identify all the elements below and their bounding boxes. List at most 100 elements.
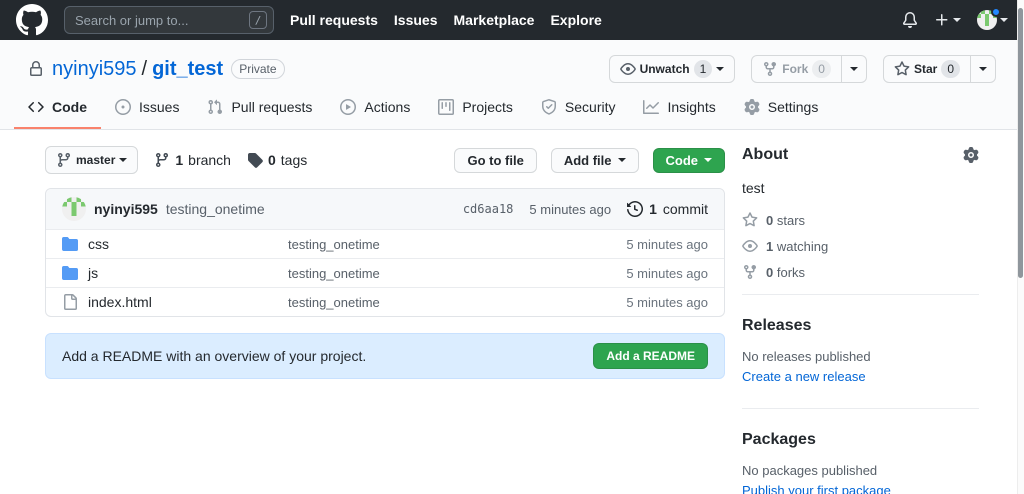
star-button[interactable]: Star 0	[883, 55, 971, 83]
file-name-link[interactable]: index.html	[88, 294, 288, 310]
create-new-plus-menu[interactable]	[934, 12, 961, 28]
branch-count: 1	[175, 152, 183, 168]
folder-icon	[62, 265, 78, 281]
file-age: 5 minutes ago	[588, 295, 708, 310]
commit-count-word: commit	[663, 201, 708, 217]
shield-icon	[541, 99, 557, 115]
tab-settings-label: Settings	[768, 99, 819, 115]
visibility-badge: Private	[231, 59, 284, 79]
branch-selector-button[interactable]: master	[45, 146, 138, 174]
go-to-file-button[interactable]: Go to file	[454, 148, 536, 173]
tab-code[interactable]: Code	[14, 87, 101, 129]
star-count: 0	[941, 60, 960, 78]
file-name-link[interactable]: js	[88, 265, 288, 281]
add-readme-button[interactable]: Add a README	[593, 343, 708, 369]
pull-request-icon	[207, 99, 223, 115]
fork-button[interactable]: Fork 0	[751, 55, 842, 83]
tab-security[interactable]: Security	[527, 87, 630, 129]
commit-message-link[interactable]: testing_onetime	[166, 201, 265, 217]
tab-pull-requests-label: Pull requests	[231, 99, 312, 115]
file-commit-message-link[interactable]: testing_onetime	[288, 237, 588, 252]
chevron-down-icon	[850, 67, 858, 75]
table-row: js testing_onetime 5 minutes ago	[46, 258, 724, 287]
releases-section: Releases No releases published Create a …	[742, 294, 979, 394]
plus-icon	[934, 12, 950, 28]
nav-marketplace[interactable]: Marketplace	[454, 12, 535, 28]
git-branch-icon	[154, 152, 170, 168]
tab-settings[interactable]: Settings	[730, 87, 833, 129]
star-dropdown-button[interactable]	[970, 55, 996, 83]
nav-issues[interactable]: Issues	[394, 12, 438, 28]
user-menu[interactable]	[977, 10, 1008, 30]
tab-actions-label: Actions	[364, 99, 410, 115]
folder-icon	[62, 236, 78, 252]
tag-icon	[247, 152, 263, 168]
star-icon	[742, 212, 758, 228]
fork-label: Fork	[782, 59, 808, 79]
commit-history-link[interactable]: 1 commit	[627, 201, 708, 217]
top-nav-links: Pull requests Issues Marketplace Explore	[290, 12, 602, 28]
tab-actions[interactable]: Actions	[326, 87, 424, 129]
scrollbar-thumb[interactable]	[1018, 8, 1023, 278]
tab-insights[interactable]: Insights	[629, 87, 729, 129]
tab-security-label: Security	[565, 99, 616, 115]
file-commit-message-link[interactable]: testing_onetime	[288, 266, 588, 281]
tab-projects-label: Projects	[462, 99, 513, 115]
releases-title: Releases	[742, 317, 979, 335]
file-name-link[interactable]: css	[88, 236, 288, 252]
chevron-down-icon	[1000, 18, 1008, 26]
code-download-button[interactable]: Code	[653, 148, 726, 173]
branch-toolbar-right: Go to file Add file Code	[454, 148, 725, 173]
about-title: About	[742, 146, 788, 164]
commit-sha-link[interactable]: cd6aa18	[463, 202, 514, 216]
repo-description: test	[742, 180, 979, 196]
notifications-bell-icon[interactable]	[902, 12, 918, 28]
file-commit-message-link[interactable]: testing_onetime	[288, 295, 588, 310]
top-navigation-bar: / Pull requests Issues Marketplace Explo…	[0, 0, 1024, 40]
table-row: css testing_onetime 5 minutes ago	[46, 229, 724, 258]
repo-fork-icon	[762, 61, 778, 77]
branch-toolbar-left: master 1 branch 0 tags	[45, 146, 307, 174]
nav-pull-requests[interactable]: Pull requests	[290, 12, 378, 28]
add-readme-banner: Add a README with an overview of your pr…	[45, 333, 725, 379]
chevron-down-icon	[119, 158, 127, 166]
table-row: index.html testing_onetime 5 minutes ago	[46, 287, 724, 316]
unwatch-button[interactable]: Unwatch 1	[609, 55, 736, 83]
github-logo-icon[interactable]	[16, 4, 48, 36]
repo-name-link[interactable]: git_test	[152, 58, 223, 81]
add-file-button[interactable]: Add file	[551, 148, 639, 173]
fork-dropdown-button[interactable]	[841, 55, 867, 83]
publish-package-link[interactable]: Publish your first package	[742, 483, 891, 494]
eye-icon	[620, 61, 636, 77]
scrollbar-track[interactable]	[1017, 0, 1024, 494]
tab-issues-label: Issues	[139, 99, 179, 115]
branch-count-link[interactable]: 1 branch	[154, 152, 231, 168]
tab-insights-label: Insights	[667, 99, 715, 115]
branch-word: branch	[188, 152, 231, 168]
code-icon	[28, 99, 44, 115]
topbar-right-cluster	[902, 10, 1008, 30]
tab-pull-requests[interactable]: Pull requests	[193, 87, 326, 129]
tag-count-link[interactable]: 0 tags	[247, 152, 307, 168]
chevron-down-icon	[716, 67, 724, 75]
file-age: 5 minutes ago	[588, 266, 708, 281]
commit-author-avatar[interactable]	[62, 197, 86, 221]
search-input[interactable]	[75, 13, 249, 28]
add-file-label: Add file	[564, 153, 612, 168]
forks-stat: 0 forks	[742, 264, 979, 280]
tab-issues[interactable]: Issues	[101, 87, 193, 129]
slash-key-hint: /	[249, 11, 267, 29]
tab-projects[interactable]: Projects	[424, 87, 527, 129]
github-repo-page: / Pull requests Issues Marketplace Explo…	[0, 0, 1024, 494]
repo-owner-link[interactable]: nyinyi595	[52, 58, 137, 81]
releases-empty-text: No releases published	[742, 349, 979, 364]
repo-stats-list: 0 stars 1 watching 0 forks	[742, 212, 979, 280]
nav-explore[interactable]: Explore	[550, 12, 601, 28]
commit-author-link[interactable]: nyinyi595	[94, 201, 158, 217]
eye-icon	[742, 238, 758, 254]
create-release-link[interactable]: Create a new release	[742, 369, 866, 384]
about-section: About test 0 stars 1 watching 0 f	[742, 146, 979, 280]
gear-icon[interactable]	[963, 147, 979, 163]
tag-count: 0	[268, 152, 276, 168]
notification-dot	[991, 7, 1001, 17]
